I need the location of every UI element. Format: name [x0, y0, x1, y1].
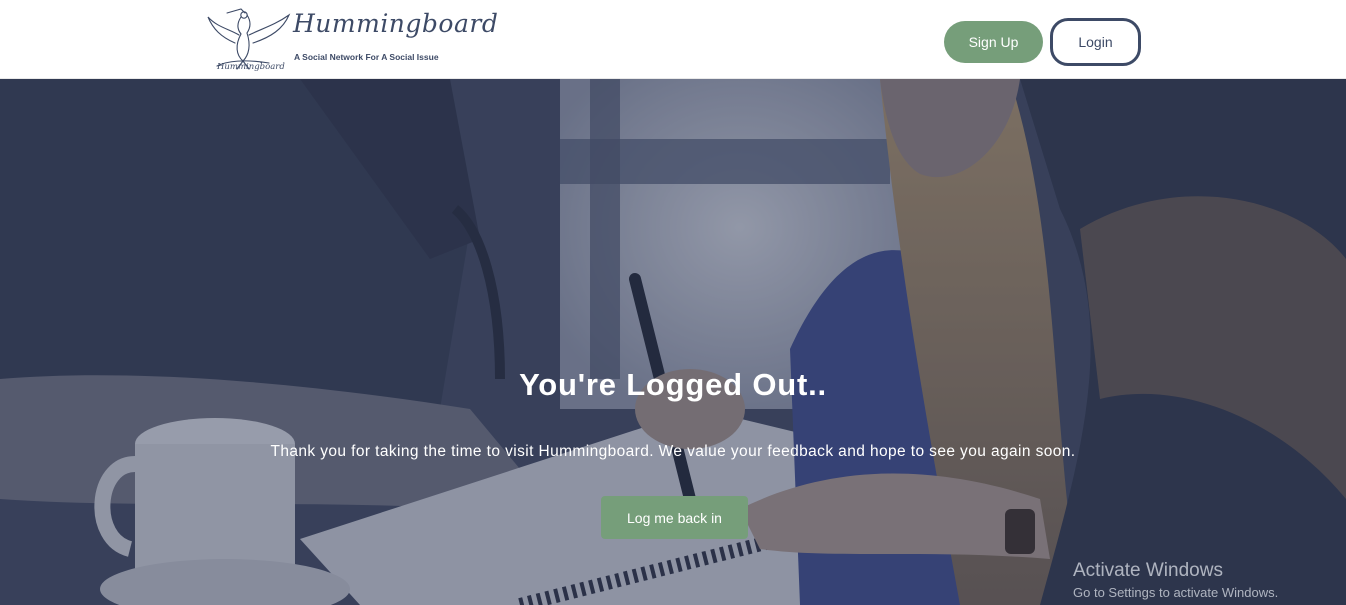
logo[interactable]: Hummingboard Hummingboard A Social Netwo…: [205, 3, 498, 75]
log-me-back-in-button[interactable]: Log me back in: [601, 496, 748, 539]
logged-out-message: Thank you for taking the time to visit H…: [270, 443, 1076, 460]
signup-button[interactable]: Sign Up: [944, 21, 1043, 63]
svg-text:Hummingboard: Hummingboard: [216, 62, 285, 72]
hummingbird-logo-icon: Hummingboard: [207, 8, 291, 72]
activate-windows-watermark: Activate Windows Go to Settings to activ…: [1073, 560, 1278, 600]
watermark-subtitle: Go to Settings to activate Windows.: [1073, 585, 1279, 600]
logo-name: Hummingboard: [293, 9, 499, 38]
watermark-title: Activate Windows: [1073, 560, 1223, 581]
hero-section: You're Logged Out.. Thank you for taking…: [0, 79, 1346, 605]
login-button[interactable]: Login: [1050, 18, 1141, 66]
logged-out-title: You're Logged Out..: [519, 367, 827, 402]
site-header: Hummingboard Hummingboard A Social Netwo…: [0, 0, 1346, 79]
logo-tagline: A Social Network For A Social Issue: [294, 52, 439, 62]
